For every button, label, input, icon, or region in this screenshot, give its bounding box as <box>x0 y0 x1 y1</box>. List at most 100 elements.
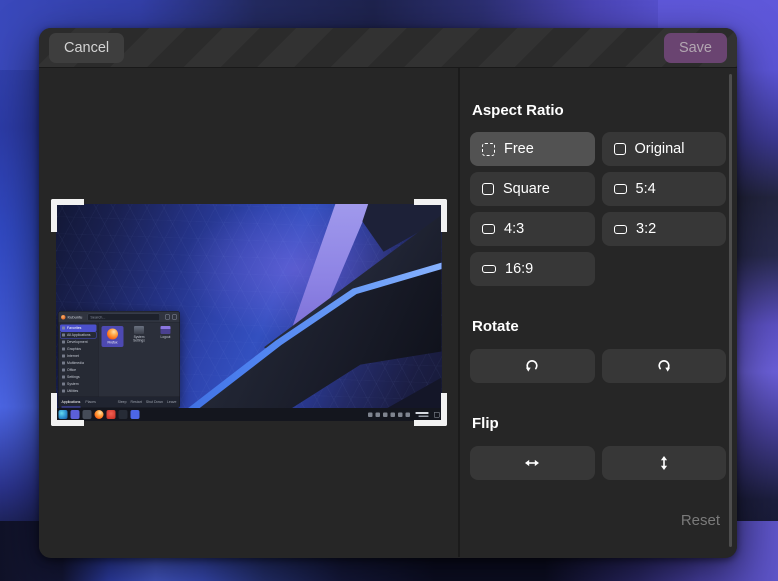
panel-scrollbar[interactable] <box>729 74 732 547</box>
rotate-cw-icon <box>658 360 670 372</box>
launcher-category: Internet <box>60 353 97 360</box>
option-label: 3:2 <box>636 221 657 237</box>
app-tile-system-settings: System Settings <box>128 326 150 343</box>
tray-icon <box>382 412 387 417</box>
mini-launcher-apps: Firefox System Settings Logout <box>98 323 179 397</box>
category-label: Internet <box>66 354 79 358</box>
power-action-label: Restart <box>130 400 142 405</box>
mini-search-field: Search... <box>86 313 160 321</box>
mini-launcher-sidebar: Favorites All Applications Development G… <box>58 323 98 397</box>
tray-icon <box>397 412 402 417</box>
launcher-category: Settings <box>60 374 97 381</box>
option-label: 4:3 <box>504 221 525 237</box>
reset-button[interactable]: Reset <box>470 512 726 529</box>
category-icon <box>61 361 65 365</box>
crop-handle-top-right[interactable] <box>413 199 447 232</box>
category-icon <box>61 375 65 379</box>
tray-icon <box>390 412 395 417</box>
aspect-option-4-3[interactable]: 4:3 <box>470 212 595 246</box>
distro-logo-icon <box>60 314 65 320</box>
category-icon <box>61 333 65 337</box>
blue-app-icon <box>130 410 139 419</box>
crop-dialog: Cancel Save Kubuntu Search... Favorites … <box>39 28 737 558</box>
aspect-option-3-2[interactable]: 3:2 <box>601 212 726 246</box>
category-label: Office <box>66 368 76 372</box>
tray-icon <box>367 412 372 417</box>
rotate-ccw-icon <box>526 360 538 372</box>
dark-app-icon <box>118 410 127 419</box>
option-label: Free <box>504 141 534 157</box>
launcher-category: Multimedia <box>60 360 97 367</box>
aspect-5-4-icon <box>613 183 627 195</box>
mini-taskbar <box>55 408 442 421</box>
option-label: Square <box>503 181 550 197</box>
aspect-16-9-icon <box>482 265 496 273</box>
option-label: 5:4 <box>635 181 656 197</box>
mini-launcher-body: Favorites All Applications Development G… <box>58 323 179 397</box>
crop-free-icon <box>482 142 495 156</box>
launcher-category: Graphics <box>60 346 97 353</box>
crop-handle-bottom-left[interactable] <box>50 393 84 426</box>
rotate-buttons <box>470 349 726 383</box>
crop-handle-bottom-right[interactable] <box>413 393 447 426</box>
rotate-heading: Rotate <box>472 318 519 335</box>
category-label: System <box>66 382 79 386</box>
pin-icon <box>164 314 170 320</box>
category-icon <box>61 326 65 330</box>
option-label: 16:9 <box>505 261 534 277</box>
aspect-ratio-heading: Aspect Ratio <box>472 102 564 119</box>
crop-handle-top-left[interactable] <box>50 199 84 232</box>
dialog-content: Kubuntu Search... Favorites All Applicat… <box>39 68 737 557</box>
flip-horizontal-button[interactable] <box>470 446 595 480</box>
aspect-option-free[interactable]: Free <box>470 132 595 166</box>
category-icon <box>61 368 65 372</box>
category-label: Multimedia <box>66 361 84 365</box>
screenshot-being-cropped[interactable]: Kubuntu Search... Favorites All Applicat… <box>55 204 442 421</box>
app-tile-label: Firefox <box>107 341 117 345</box>
category-icon <box>61 354 65 358</box>
launcher-category: Development <box>60 339 97 346</box>
tray-icon <box>375 412 380 417</box>
cancel-button[interactable]: Cancel <box>49 32 125 63</box>
flip-vertical-icon <box>660 456 667 470</box>
flip-vertical-button[interactable] <box>601 446 726 480</box>
firefox-icon <box>106 328 118 340</box>
app-tile-label: System Settings <box>132 335 145 343</box>
category-label: Settings <box>66 375 80 379</box>
launcher-category: Favorites <box>59 324 96 332</box>
configure-icon <box>171 314 177 320</box>
aspect-square-icon <box>482 183 494 195</box>
category-label: All Applications <box>66 333 91 337</box>
category-label: Favorites <box>66 326 81 330</box>
power-actions: Sleep Restart Shut Down Leave <box>117 401 176 405</box>
rotate-counterclockwise-button[interactable] <box>470 349 595 383</box>
mini-system-tray <box>367 412 410 417</box>
aspect-option-original[interactable]: Original <box>601 132 726 166</box>
rotate-clockwise-button[interactable] <box>601 349 726 383</box>
headerbar: Cancel Save <box>39 28 737 68</box>
power-action-label: Sleep <box>117 400 127 405</box>
save-button[interactable]: Save <box>663 32 727 63</box>
app-tile-logout: Logout <box>154 326 176 339</box>
aspect-option-5-4[interactable]: 5:4 <box>601 172 726 206</box>
aspect-option-16-9[interactable]: 16:9 <box>470 252 595 286</box>
power-action-label: Leave <box>166 400 176 405</box>
category-label: Development <box>66 340 88 344</box>
crop-preview-area: Kubuntu Search... Favorites All Applicat… <box>39 68 460 557</box>
flip-horizontal-icon <box>525 459 540 467</box>
tray-icon <box>405 412 410 417</box>
flip-buttons <box>470 446 726 480</box>
aspect-ratio-options: Free Original Square 5:4 4:3 3:2 16:9 <box>470 132 726 286</box>
launcher-category: All Applications <box>60 332 97 339</box>
flip-heading: Flip <box>472 415 499 432</box>
aspect-4-3-icon <box>482 224 495 234</box>
footer-tab-places: Places <box>84 400 96 405</box>
crop-selection[interactable]: Kubuntu Search... Favorites All Applicat… <box>50 199 447 426</box>
aspect-original-icon <box>613 143 626 155</box>
category-icon <box>61 347 65 351</box>
launcher-category: System <box>60 381 97 388</box>
logout-icon <box>160 326 170 334</box>
power-action-label: Shut Down <box>145 400 163 405</box>
aspect-option-square[interactable]: Square <box>470 172 595 206</box>
launcher-category: Office <box>60 367 97 374</box>
